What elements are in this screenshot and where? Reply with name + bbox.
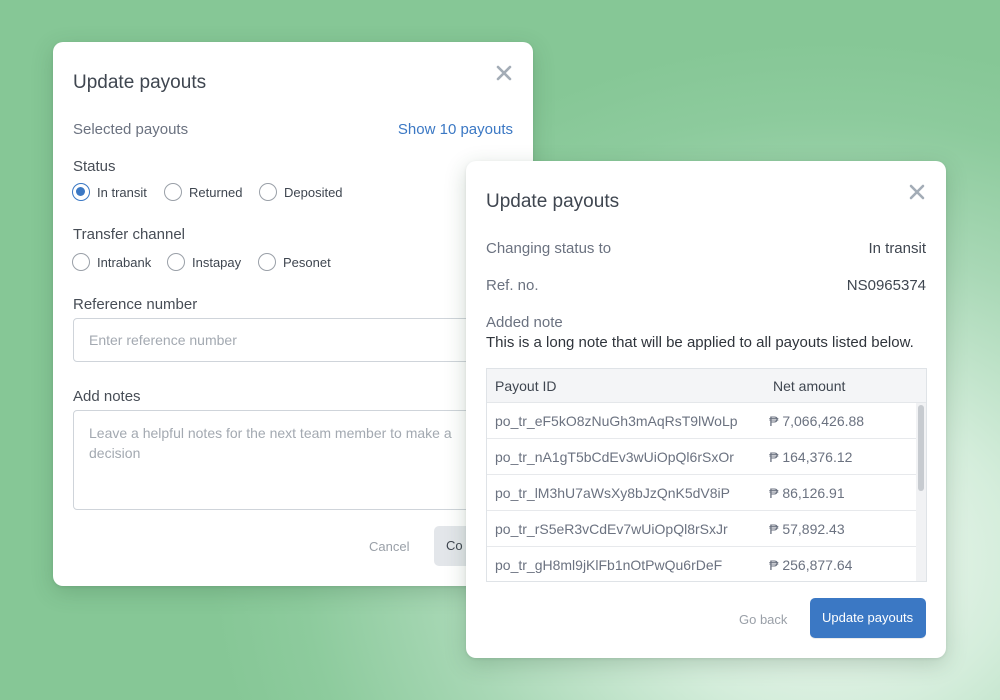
table-scrollbar[interactable]	[916, 403, 926, 581]
radio-label: Pesonet	[283, 254, 331, 270]
radio-label: Deposited	[284, 184, 343, 200]
go-back-button[interactable]: Go back	[739, 612, 787, 627]
payout-id-cell: po_tr_lM3hU7aWsXy8bJzQnK5dV8iP	[495, 484, 731, 501]
radio-dot[interactable]	[72, 253, 90, 271]
scrollbar-thumb[interactable]	[918, 405, 924, 491]
selected-payouts-label: Selected payouts	[73, 121, 189, 138]
header-net-amount: Net amount	[773, 377, 846, 394]
radio-label: In transit	[97, 184, 147, 200]
update-payouts-form-modal: Update payouts Selected payouts Show 10 …	[53, 42, 533, 586]
transfer-channel-label: Transfer channel	[73, 226, 186, 243]
radio-dot[interactable]	[258, 253, 276, 271]
status-radio-deposited[interactable]: Deposited	[259, 183, 343, 201]
modal-title: Update payouts	[73, 72, 207, 93]
net-amount-cell: ₱ 256,877.64	[769, 556, 853, 573]
radio-label: Instapay	[192, 254, 242, 270]
status-label: Status	[73, 158, 116, 175]
show-payouts-link[interactable]: Show 10 payouts	[398, 121, 513, 138]
changing-status-value: In transit	[868, 240, 926, 257]
net-amount-cell: ₱ 86,126.91	[769, 484, 845, 501]
header-payout-id: Payout ID	[495, 377, 557, 394]
table-row[interactable]: po_tr_gH8ml9jKlFb1nOtPwQu6rDeF ₱ 256,877…	[487, 547, 917, 581]
status-radio-returned[interactable]: Returned	[164, 183, 242, 201]
table-row[interactable]: po_tr_lM3hU7aWsXy8bJzQnK5dV8iP ₱ 86,126.…	[487, 475, 917, 511]
ref-no-value: NS0965374	[846, 277, 926, 294]
payout-id-cell: po_tr_rS5eR3vCdEv7wUiOpQl8rSxJr	[495, 520, 728, 537]
notes-textarea[interactable]: Leave a helpful notes for the next team …	[73, 410, 513, 510]
radio-dot[interactable]	[259, 183, 277, 201]
net-amount-cell: ₱ 57,892.43	[769, 520, 845, 537]
table-row[interactable]: po_tr_nA1gT5bCdEv3wUiOpQl6rSxOr ₱ 164,37…	[487, 439, 917, 475]
payouts-table: Payout ID Net amount po_tr_eF5kO8zNuGh3m…	[486, 368, 927, 582]
radio-dot[interactable]	[167, 253, 185, 271]
status-radio-in-transit[interactable]: In transit	[72, 183, 147, 201]
changing-status-label: Changing status to	[486, 240, 612, 257]
close-icon[interactable]	[909, 184, 927, 202]
ref-no-label: Ref. no.	[486, 277, 539, 294]
radio-label: Intrabank	[97, 254, 152, 270]
channel-radio-pesonet[interactable]: Pesonet	[258, 253, 331, 271]
added-note-text: This is a long note that will be applied…	[486, 334, 914, 351]
net-amount-cell: ₱ 7,066,426.88	[769, 412, 865, 429]
modal-title: Update payouts	[486, 191, 620, 212]
reference-number-label: Reference number	[73, 296, 198, 313]
radio-dot[interactable]	[72, 183, 90, 201]
channel-radio-intrabank[interactable]: Intrabank	[72, 253, 151, 271]
reference-number-input[interactable]: Enter reference number	[73, 318, 513, 362]
update-payouts-button[interactable]: Update payouts	[810, 598, 926, 638]
table-row[interactable]: po_tr_rS5eR3vCdEv7wUiOpQl8rSxJr ₱ 57,892…	[487, 511, 917, 547]
add-notes-label: Add notes	[73, 388, 141, 405]
close-icon[interactable]	[496, 65, 514, 83]
channel-radio-instapay[interactable]: Instapay	[167, 253, 241, 271]
net-amount-cell: ₱ 164,376.12	[769, 448, 853, 465]
update-payouts-review-modal: Update payouts Changing status to In tra…	[466, 161, 946, 658]
cancel-button[interactable]: Cancel	[369, 539, 409, 554]
payout-id-cell: po_tr_nA1gT5bCdEv3wUiOpQl6rSxOr	[495, 448, 734, 465]
table-header: Payout ID Net amount	[487, 369, 926, 403]
payout-id-cell: po_tr_gH8ml9jKlFb1nOtPwQu6rDeF	[495, 556, 723, 573]
table-row[interactable]: po_tr_eF5kO8zNuGh3mAqRsT9lWoLp ₱ 7,066,4…	[487, 403, 917, 439]
payout-id-cell: po_tr_eF5kO8zNuGh3mAqRsT9lWoLp	[495, 412, 738, 429]
added-note-label: Added note	[486, 314, 563, 331]
radio-dot[interactable]	[164, 183, 182, 201]
radio-label: Returned	[189, 184, 243, 200]
